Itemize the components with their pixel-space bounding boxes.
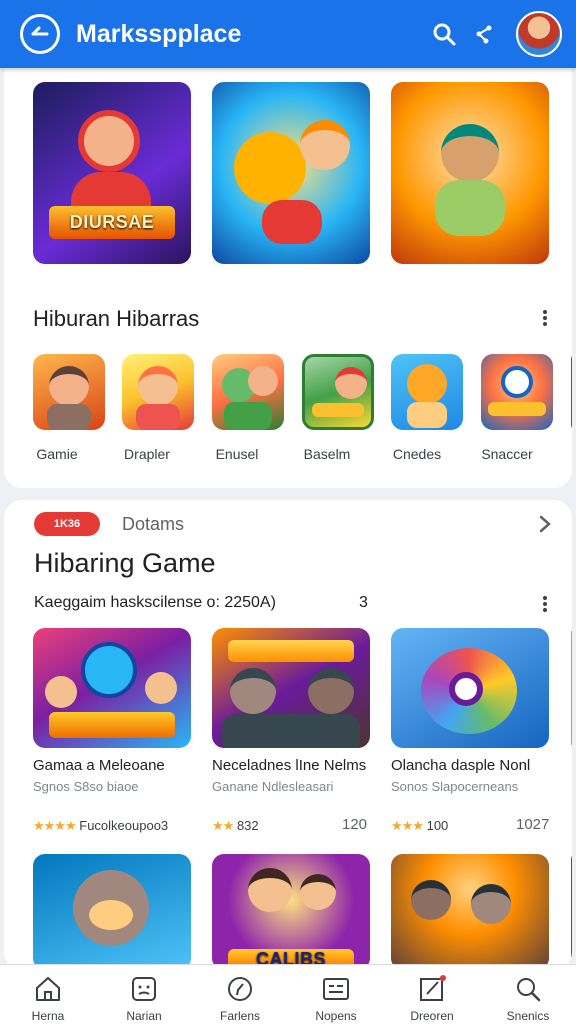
game-2-rating-text: 832 [236, 818, 259, 833]
tag-badge: 1K36 [34, 512, 100, 536]
share-icon[interactable] [468, 18, 500, 50]
game-1-rating-text: Fucolkeoupoo3 [79, 818, 169, 833]
search-icon [517, 978, 541, 1002]
app-tile-7-partial[interactable] [571, 354, 572, 430]
face-icon [132, 977, 156, 1001]
nav-dreoren-label: Dreoren [410, 1009, 454, 1023]
star-rating-icon: ★★★★ [33, 818, 77, 833]
game-2-publisher: Ganane Ndlesleasari [212, 779, 334, 794]
card-subtitle: Kaeggaim haskscilense o: 2250A) [34, 594, 276, 611]
more-options-icon[interactable] [535, 592, 555, 616]
list-card-icon [323, 978, 349, 1000]
featured-card: DIURSAE Hiburan Hibarras Gamie Drapler E… [4, 60, 572, 488]
edit-icon [420, 975, 446, 1001]
search-icon[interactable] [428, 18, 460, 50]
app-title: Marksspplace [76, 19, 242, 48]
nav-home[interactable]: Herna [0, 965, 96, 1024]
app-label-6: Snaccer [481, 446, 533, 462]
game-tile-5[interactable] [33, 854, 191, 970]
app-tile-6[interactable] [481, 354, 553, 430]
game-tile-1[interactable] [33, 628, 191, 748]
app-label-2: Drapler [124, 446, 170, 462]
game-3-rating-text: 100 [426, 818, 449, 833]
nav-nopens[interactable]: Nopens [288, 965, 384, 1024]
nav-snenics-label: Snenics [506, 1009, 550, 1023]
nav-home-label: Herna [31, 1009, 65, 1023]
section-title: Hiburan Hibarras [33, 306, 200, 331]
chevron-right-icon[interactable] [538, 514, 552, 534]
game-tile-6[interactable]: CALIBS [212, 854, 370, 970]
game-list-card: 1K36 Dotams Hibaring Game Kaeggaim hasks… [4, 500, 572, 970]
game-1-rating: ★★★★ Fucolkeoupoo3 [33, 818, 168, 834]
game-3-rating: ★★★ 100 [391, 818, 448, 834]
featured-tile-1-logo: DIURSAE [48, 205, 176, 239]
featured-tile-2[interactable] [212, 82, 370, 264]
compass-icon [228, 977, 252, 1001]
nav-nopens-label: Nopens [315, 1009, 357, 1023]
app-tile-2[interactable] [122, 354, 194, 430]
app-tile-3[interactable] [212, 354, 284, 430]
card-subtitle-count: 3 [359, 594, 368, 611]
top-app-bar: Marksspplace [0, 0, 576, 68]
game-2-rating: ★★ 832 [212, 818, 259, 834]
app-label-4: Baselm [303, 446, 351, 462]
more-options-icon[interactable] [535, 306, 555, 330]
game-tile-3[interactable] [391, 628, 549, 748]
nav-farlens-label: Farlens [219, 1009, 260, 1023]
game-3-publisher: Sonos Slapocerneans [391, 779, 519, 794]
nav-snenics[interactable]: Snenics [480, 965, 576, 1024]
app-tile-4[interactable] [302, 354, 374, 430]
app-label-1: Gamie [36, 446, 78, 462]
featured-tile-1[interactable]: DIURSAE [33, 82, 191, 264]
star-rating-icon: ★★★ [391, 818, 424, 833]
back-arrow-icon[interactable] [20, 14, 60, 54]
game-tile-4-partial[interactable] [571, 628, 572, 748]
home-icon [36, 977, 60, 1001]
game-tile-2[interactable] [212, 628, 370, 748]
game-3-count: 1027 [516, 816, 550, 833]
game-1-name: Gamaa a Meleoane [33, 757, 165, 774]
game-tile-7[interactable] [391, 854, 549, 970]
bottom-navigation: Herna Narian Farlens Nopens Dreoren Snen… [0, 964, 576, 1024]
card-kicker: Dotams [122, 514, 185, 534]
game-3-name: Olancha dasple Nonl [391, 757, 531, 774]
game-tile-8-partial[interactable] [571, 854, 572, 970]
nav-narian-label: Narian [126, 1009, 162, 1023]
app-label-5: Cnedes [392, 446, 442, 462]
nav-dreoren[interactable]: Dreoren [384, 965, 480, 1024]
featured-tile-3[interactable] [391, 82, 549, 264]
card-title: Hibaring Game [34, 548, 216, 578]
app-tile-1[interactable] [33, 354, 105, 430]
game-2-name: Neceladnes lIne Nelms [212, 757, 367, 774]
avatar[interactable] [516, 11, 562, 57]
nav-farlens[interactable]: Farlens [192, 965, 288, 1024]
star-rating-icon: ★★ [212, 818, 234, 833]
game-2-count: 120 [342, 816, 368, 833]
nav-narian[interactable]: Narian [96, 965, 192, 1024]
app-label-3: Enusel [215, 446, 259, 462]
game-1-publisher: Sgnos S8so biaoe [33, 779, 139, 794]
app-tile-5[interactable] [391, 354, 463, 430]
